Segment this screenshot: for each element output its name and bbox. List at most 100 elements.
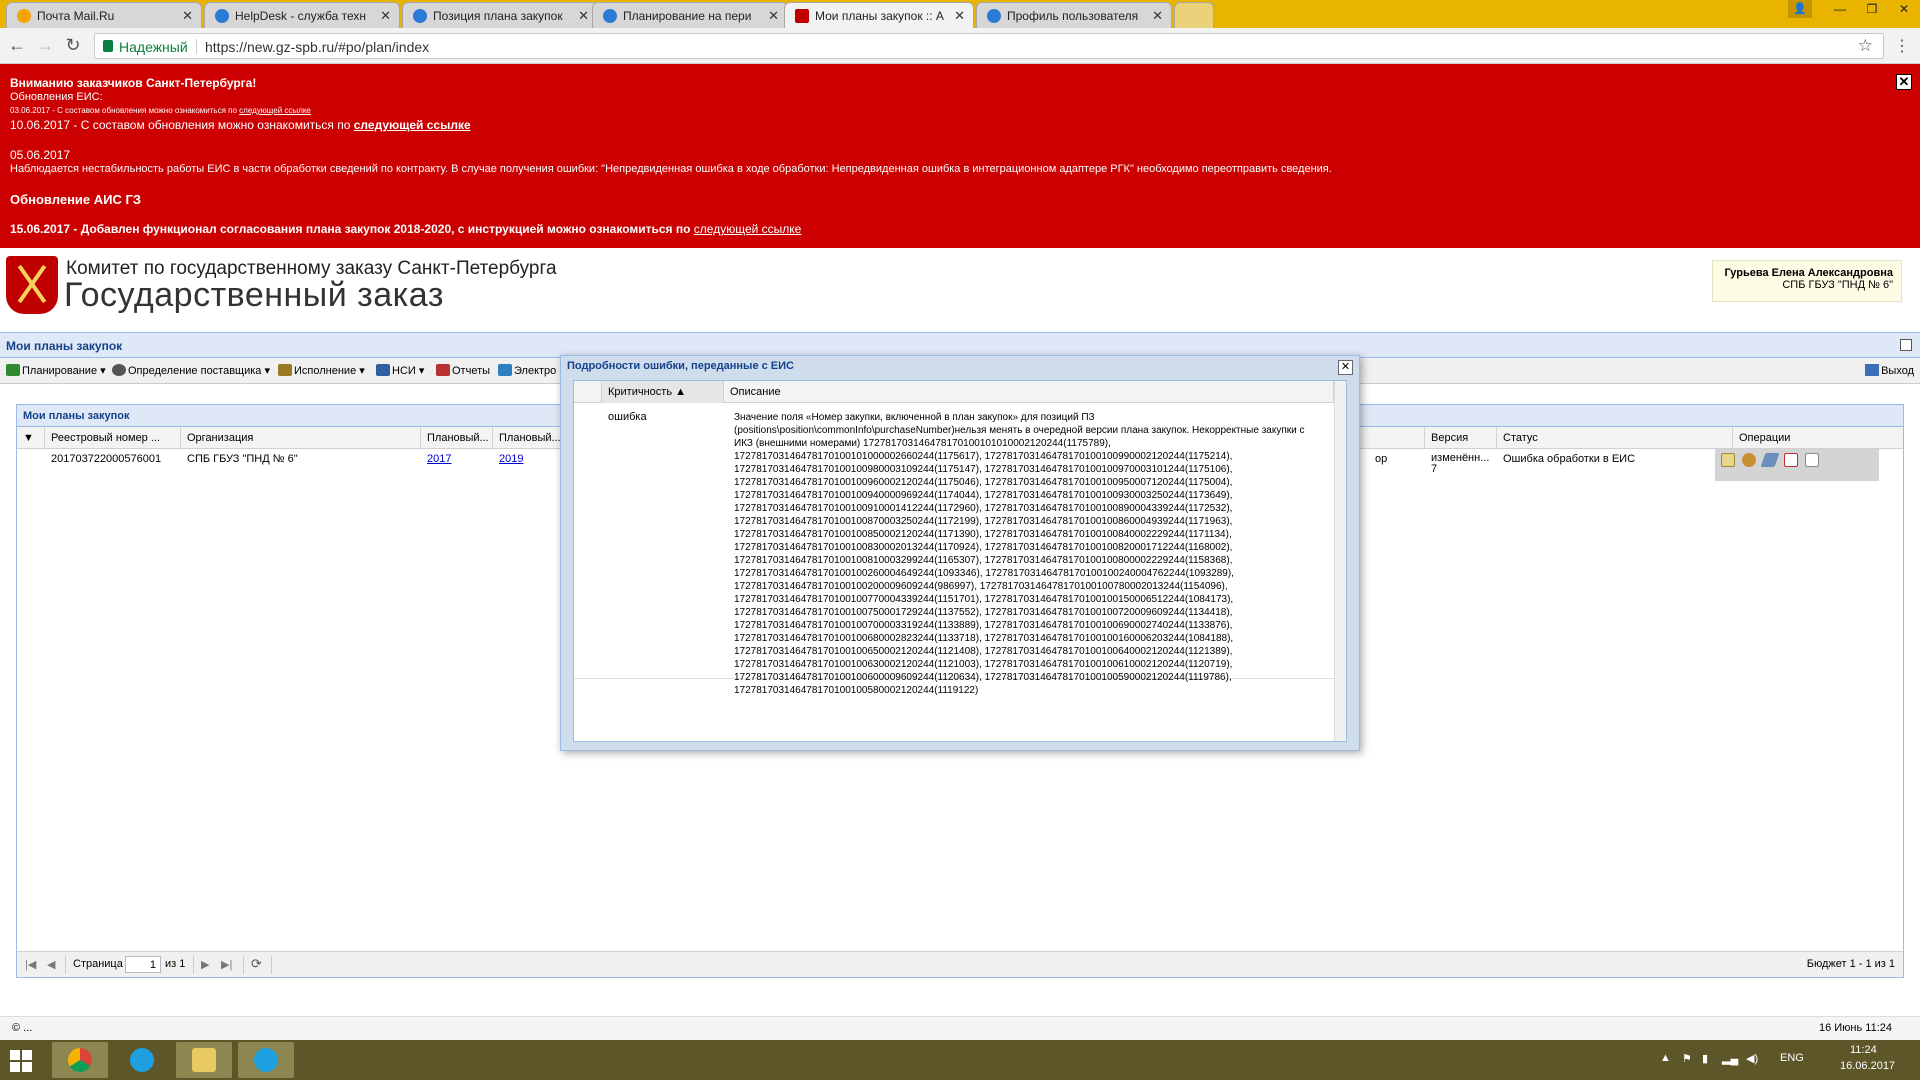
signal-icon[interactable]: ▂▄ (1722, 1052, 1738, 1065)
refresh-icon[interactable]: ⟳ (251, 956, 262, 972)
year-from-link[interactable]: 2017 (427, 453, 451, 465)
browser-tab-plan-position[interactable]: Позиция плана закупок ✕ (402, 2, 598, 28)
user-info[interactable]: Гурьева Елена Александровна СПБ ГБУЗ "ПН… (1712, 260, 1902, 302)
column-severity[interactable]: Критичность ▲ (602, 381, 724, 403)
column-description[interactable]: Описание (724, 381, 1334, 403)
collapse-icon[interactable] (1900, 339, 1912, 351)
first-page-icon[interactable]: |◀ (25, 958, 36, 971)
banner-line-4-text: 15.06.2017 - Добавлен функционал согласо… (10, 222, 694, 236)
browser-menu-icon[interactable]: ⋮ (1894, 36, 1910, 56)
column-organization[interactable]: Организация (181, 427, 421, 449)
menu-supplier[interactable]: Определение поставщика ▾ (112, 364, 270, 377)
browser-tab-helpdesk[interactable]: HelpDesk - служба техн ✕ (204, 2, 400, 28)
browser-tab-mail[interactable]: Почта Mail.Ru ✕ (6, 2, 202, 28)
divider (243, 956, 244, 974)
next-page-icon[interactable]: ▶ (201, 958, 209, 971)
menu-label: Планирование ▾ (22, 365, 106, 377)
planning-icon (6, 364, 20, 376)
minimize-icon[interactable]: — (1824, 0, 1856, 20)
column-status[interactable]: Статус (1497, 427, 1733, 449)
back-icon[interactable]: ← (6, 36, 28, 54)
browser-tab-profile[interactable]: Профиль пользователя ✕ (976, 2, 1172, 28)
tab-label: Мои планы закупок :: А (815, 9, 944, 23)
banner-subtitle: Обновления ЕИС: (10, 91, 103, 103)
document-icon[interactable] (1721, 453, 1735, 467)
status-left: © ... (12, 1022, 33, 1034)
volume-icon[interactable]: ◀) (1746, 1052, 1758, 1065)
column-planned-to[interactable]: Плановый... (493, 427, 565, 449)
tray-expand-icon[interactable]: ▲ (1660, 1052, 1671, 1064)
banner-date: 05.06.2017 (10, 148, 71, 162)
edit-icon[interactable] (1760, 453, 1780, 467)
app-status-bar: © ... 16 Июнь 11:24 (0, 1016, 1920, 1040)
menu-execution[interactable]: Исполнение ▾ (278, 364, 365, 377)
tab-label: HelpDesk - служба техн (235, 9, 366, 23)
profile-icon[interactable]: 👤 (1788, 0, 1812, 18)
filter-icon[interactable]: ▼ (17, 427, 45, 449)
flag-icon[interactable]: ⚑ (1682, 1052, 1692, 1065)
banner-link[interactable]: следующей ссылке (354, 118, 471, 132)
maximize-icon[interactable]: ❐ (1856, 0, 1888, 20)
taskbar-explorer[interactable] (176, 1042, 232, 1078)
taskbar-ie[interactable] (114, 1042, 170, 1078)
ie-icon (254, 1048, 278, 1072)
panel-title: Мои планы закупок (6, 339, 123, 353)
cell-organization: СПБ ГБУЗ "ПНД № 6" (187, 453, 298, 465)
cell-planned-to: 2019 (493, 449, 565, 469)
column-planned-from[interactable]: Плановый... (421, 427, 493, 449)
banner-link[interactable]: следующей ссылке (239, 106, 311, 115)
bookmark-star-icon[interactable]: ☆ (1858, 36, 1873, 56)
reload-icon[interactable]: ↻ (62, 36, 84, 54)
menu-electronic[interactable]: Электро (498, 364, 556, 377)
close-icon[interactable]: ✕ (768, 8, 779, 24)
close-icon[interactable]: ✕ (1152, 8, 1163, 24)
mail-icon (17, 9, 31, 23)
close-icon[interactable]: ✕ (954, 8, 965, 24)
taskbar-ie-2[interactable] (238, 1042, 294, 1078)
dialog-scrollbar[interactable] (1334, 381, 1346, 741)
taskbar-chrome[interactable] (52, 1042, 108, 1078)
page-icon[interactable] (1805, 453, 1820, 467)
error-row[interactable]: ошибка Значение поля «Номер закупки, вкл… (574, 403, 1334, 696)
browser-tab-my-plans[interactable]: Мои планы закупок :: А ✕ (784, 2, 974, 28)
tab-label: Профиль пользователя (1007, 9, 1139, 23)
window-close-icon[interactable]: ✕ (1888, 0, 1920, 20)
menu-planning[interactable]: Планирование ▾ (6, 364, 106, 377)
add-icon[interactable] (1784, 453, 1799, 467)
banner-link[interactable]: следующей ссылке (694, 222, 802, 236)
folder-icon (192, 1048, 216, 1072)
network-icon[interactable]: ▮ (1702, 1052, 1708, 1065)
crest-icon[interactable] (1742, 453, 1757, 467)
status-datetime: 16 Июнь 11:24 (1818, 1022, 1892, 1034)
url-text[interactable]: https://new.gz-spb.ru/#po/plan/index (205, 39, 429, 55)
dialog-close-icon[interactable]: ✕ (1338, 360, 1353, 375)
windows-start-icon[interactable] (10, 1050, 32, 1072)
browser-tab-planning[interactable]: Планирование на пери ✕ (592, 2, 788, 28)
year-to-link[interactable]: 2019 (499, 453, 523, 465)
language-indicator[interactable]: ENG (1780, 1052, 1804, 1064)
clock-date[interactable]: 16.06.2017 (1840, 1060, 1895, 1072)
cell-reg-number: 201703722000576001 (51, 453, 162, 465)
column-operations[interactable]: Операции (1733, 427, 1903, 449)
close-icon[interactable]: ✕ (380, 8, 391, 24)
page-label: Страница (73, 958, 123, 970)
last-page-icon[interactable]: ▶| (221, 958, 232, 971)
close-icon[interactable]: ✕ (182, 8, 193, 24)
new-tab-button[interactable] (1174, 2, 1214, 28)
close-icon[interactable]: ✕ (578, 8, 589, 24)
cell-status: Ошибка обработки в ЕИС (1503, 453, 1636, 465)
column-reg-number[interactable]: Реестровый номер ... (45, 427, 181, 449)
exit-button[interactable]: Выход (1865, 364, 1914, 377)
menu-reports[interactable]: Отчеты (436, 364, 490, 377)
prev-page-icon[interactable]: ◀ (47, 958, 55, 971)
banner-close-icon[interactable]: ✕ (1896, 74, 1912, 90)
menu-nsi[interactable]: НСИ ▾ (376, 364, 424, 377)
user-name: Гурьева Елена Александровна (1724, 267, 1893, 279)
clock-time[interactable]: 11:24 (1850, 1044, 1877, 1056)
column-version[interactable]: Версия (1425, 427, 1497, 449)
address-bar[interactable]: Надежный https://new.gz-spb.ru/#po/plan/… (94, 33, 1884, 59)
secure-label: Надежный (119, 39, 188, 55)
operations-cell (1715, 449, 1879, 481)
forward-icon[interactable]: → (34, 36, 56, 54)
page-input[interactable] (125, 956, 161, 973)
